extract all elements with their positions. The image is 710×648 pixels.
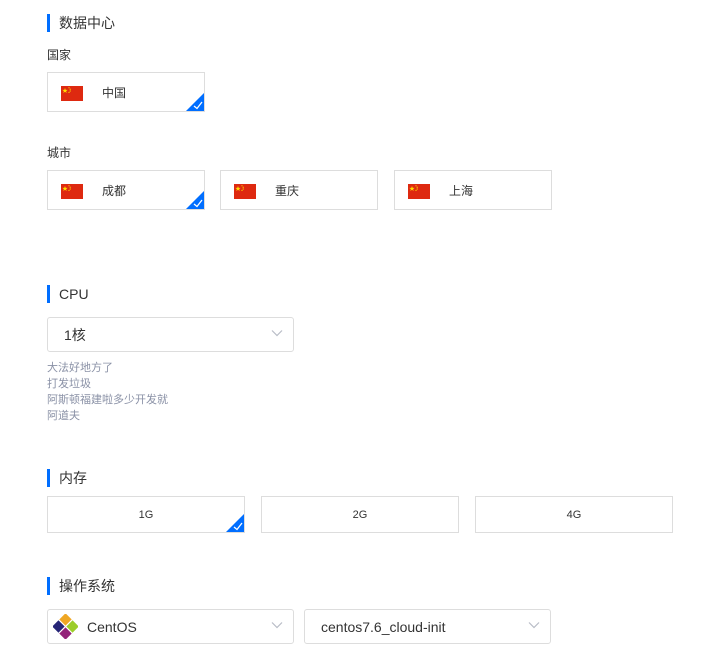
city-card-label: 成都 bbox=[102, 184, 127, 198]
chevron-down-icon bbox=[528, 622, 540, 629]
cpu-section-title: CPU bbox=[47, 285, 89, 303]
centos-logo-icon bbox=[53, 614, 78, 639]
memory-option-2g[interactable]: 2G bbox=[261, 496, 459, 533]
memory-option-label: 2G bbox=[352, 509, 368, 521]
os-version-select[interactable]: centos7.6_cloud-init bbox=[304, 609, 551, 644]
memory-option-4g[interactable]: 4G bbox=[475, 496, 673, 533]
city-card-label: 重庆 bbox=[275, 184, 300, 198]
chevron-down-icon bbox=[271, 330, 283, 337]
cpu-hint: 阿道夫 bbox=[47, 410, 80, 422]
memory-section-title: 内存 bbox=[47, 469, 87, 487]
cpu-select-value: 1核 bbox=[64, 327, 86, 343]
os-section-title: 操作系统 bbox=[47, 577, 115, 595]
memory-option-1g[interactable]: 1G bbox=[47, 496, 245, 533]
country-card-label: 中国 bbox=[102, 86, 127, 100]
china-flag-icon bbox=[234, 184, 256, 199]
country-card-china[interactable]: 中国 bbox=[47, 72, 205, 112]
country-label: 国家 bbox=[47, 48, 72, 62]
china-flag-icon bbox=[61, 184, 83, 199]
memory-option-label: 4G bbox=[566, 509, 582, 521]
cpu-hint: 大法好地方了 bbox=[47, 362, 113, 374]
selected-check-icon bbox=[186, 191, 204, 209]
os-distro-select[interactable]: CentOS bbox=[47, 609, 294, 644]
cpu-select[interactable]: 1核 bbox=[47, 317, 294, 352]
city-label: 城市 bbox=[47, 146, 72, 160]
os-distro-value: CentOS bbox=[87, 619, 137, 635]
selected-check-icon bbox=[226, 514, 244, 532]
datacenter-section-title: 数据中心 bbox=[47, 14, 115, 32]
china-flag-icon bbox=[61, 86, 83, 101]
cpu-hint: 打发垃圾 bbox=[47, 378, 91, 390]
os-version-value: centos7.6_cloud-init bbox=[321, 619, 446, 635]
city-card-label: 上海 bbox=[449, 184, 474, 198]
city-card-chongqing[interactable]: 重庆 bbox=[220, 170, 378, 210]
city-card-chengdu[interactable]: 成都 bbox=[47, 170, 205, 210]
selected-check-icon bbox=[186, 93, 204, 111]
city-card-shanghai[interactable]: 上海 bbox=[394, 170, 552, 210]
cpu-hint: 阿斯顿福建啦多少开发就 bbox=[47, 394, 168, 406]
chevron-down-icon bbox=[271, 622, 283, 629]
memory-option-label: 1G bbox=[138, 509, 154, 521]
china-flag-icon bbox=[408, 184, 430, 199]
